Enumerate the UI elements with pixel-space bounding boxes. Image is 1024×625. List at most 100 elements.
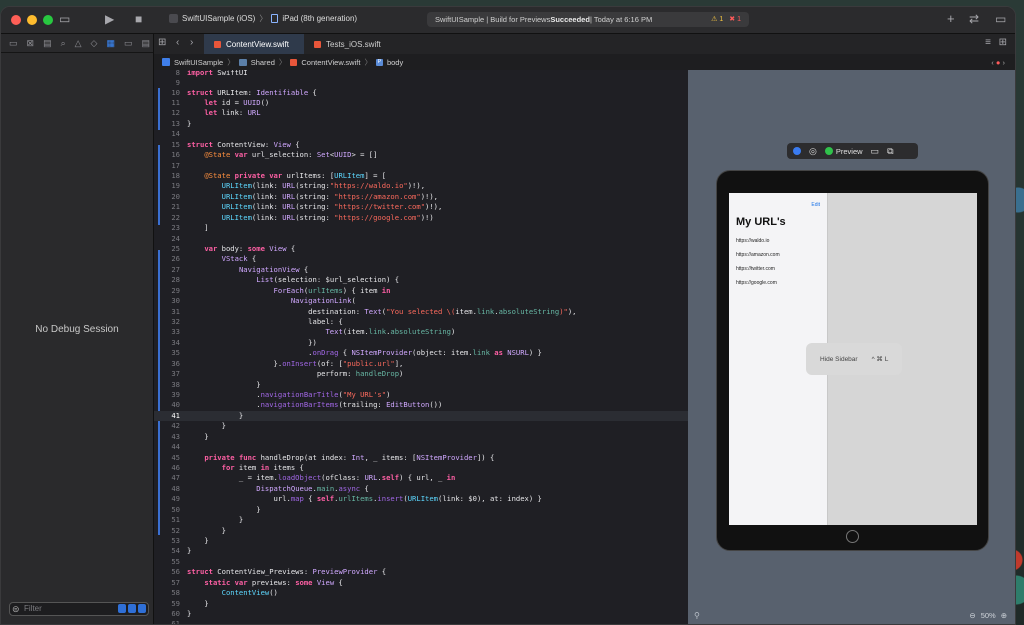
code-line[interactable]: 19 URLItem(link: URL(string:"https://wal…: [154, 181, 688, 191]
warning-badge[interactable]: ⚠ 1: [711, 15, 723, 23]
stop-icon[interactable]: ■: [135, 12, 142, 26]
code-line[interactable]: 49 url.map { self.urlItems.insert(URLIte…: [154, 494, 688, 504]
inspector-toggle-icon[interactable]: ▭: [995, 12, 1006, 26]
code-editor[interactable]: 8 import SwiftUI 9 10 struct URLItem: Iden…: [154, 70, 688, 624]
tab-tests-ios[interactable]: Tests_iOS.swift: [304, 34, 404, 54]
code-line[interactable]: 17: [154, 161, 688, 171]
code-line[interactable]: 42 }: [154, 421, 688, 431]
scheme-selector[interactable]: SwiftUISample (iOS) 〉 iPad (8th generati…: [169, 13, 357, 24]
related-items-icon[interactable]: ⊞: [158, 36, 166, 50]
code-line[interactable]: 47 _ = item.loadObject(ofClass: URL.self…: [154, 473, 688, 483]
code-line[interactable]: 18 @State private var urlItems: [URLItem…: [154, 171, 688, 181]
code-line[interactable]: 13}: [154, 119, 688, 129]
code-line[interactable]: 37 perform: handleDrop): [154, 369, 688, 379]
code-line[interactable]: 31 destination: Text("You selected \(ite…: [154, 307, 688, 317]
jump-file[interactable]: ContentView.swift: [301, 58, 360, 67]
debug-navigator-icon[interactable]: ▦: [106, 38, 115, 49]
preview-mode-button[interactable]: Preview: [824, 147, 863, 156]
code-line[interactable]: 26 VStack {: [154, 254, 688, 264]
error-badge[interactable]: ✖ 1: [729, 15, 741, 23]
forward-icon[interactable]: ›: [190, 36, 193, 50]
code-line[interactable]: 58 ContentView(): [154, 588, 688, 598]
code-line[interactable]: 32 label: {: [154, 317, 688, 327]
filter-field[interactable]: ⊜ Filter: [9, 602, 149, 616]
list-item[interactable]: https://google.com: [736, 280, 777, 286]
tab-contentview[interactable]: ContentView.swift: [204, 34, 304, 54]
issue-navigator-icon[interactable]: △: [75, 38, 82, 49]
code-line[interactable]: 40 .navigationBarItems(trailing: EditBut…: [154, 400, 688, 410]
source-control-icon[interactable]: ⊠: [27, 38, 35, 49]
code-line[interactable]: 43 }: [154, 432, 688, 442]
back-icon[interactable]: ‹: [176, 36, 179, 50]
code-line[interactable]: 34 }): [154, 338, 688, 348]
code-line[interactable]: 35 .onDrag { NSItemProvider(object: item…: [154, 348, 688, 358]
code-line[interactable]: 44: [154, 442, 688, 452]
filter-option-1[interactable]: [118, 604, 126, 613]
editor-options-icon[interactable]: ≡: [985, 36, 991, 50]
code-line[interactable]: 53 }: [154, 536, 688, 546]
code-line[interactable]: 23 ]: [154, 223, 688, 233]
code-line[interactable]: 11 let id = UUID(): [154, 98, 688, 108]
code-line[interactable]: 22 URLItem(link: URL(string: "https://go…: [154, 213, 688, 223]
current-line[interactable]: 41 }: [154, 411, 688, 422]
code-line[interactable]: 48 DispatchQueue.main.async {: [154, 484, 688, 494]
duplicate-preview-icon[interactable]: ⧉: [887, 146, 893, 157]
code-line[interactable]: 54}: [154, 546, 688, 556]
live-preview-icon[interactable]: [793, 147, 801, 155]
find-navigator-icon[interactable]: ⌕: [61, 38, 66, 49]
preview-canvas[interactable]: ◎ Preview ▭ ⧉ Edit My URL's https://wald…: [688, 70, 1015, 624]
filter-option-2[interactable]: [128, 604, 136, 613]
report-navigator-icon[interactable]: ▤: [142, 38, 151, 49]
add-editor-icon[interactable]: ⊞: [999, 36, 1007, 50]
code-line[interactable]: 29 ForEach(urlItems) { item in: [154, 286, 688, 296]
code-line[interactable]: 20 URLItem(link: URL(string: "https://am…: [154, 192, 688, 202]
code-review-icon[interactable]: ⇄: [969, 12, 979, 26]
code-line[interactable]: 60}: [154, 609, 688, 619]
ipad-screen[interactable]: Edit My URL's https://waldo.io https://a…: [729, 193, 977, 525]
code-line[interactable]: 38 }: [154, 380, 688, 390]
zoom-in-icon[interactable]: ⊕: [1001, 611, 1007, 620]
code-line[interactable]: 52 }: [154, 526, 688, 536]
issue-stepper-icon[interactable]: ‹ ● ›: [991, 58, 1005, 67]
navigator-toggle-icon[interactable]: ▭: [59, 12, 70, 26]
code-line[interactable]: 14: [154, 129, 688, 139]
code-line[interactable]: 28 List(selection: $url_selection) {: [154, 275, 688, 285]
list-item[interactable]: https://waldo.io: [736, 238, 769, 244]
project-navigator-icon[interactable]: ▭: [9, 38, 18, 49]
list-item[interactable]: https://twitter.com: [736, 266, 775, 272]
code-line[interactable]: 15 struct ContentView: View {: [154, 140, 688, 150]
code-line[interactable]: 27 NavigationView {: [154, 265, 688, 275]
code-line[interactable]: 25 var body: some View {: [154, 244, 688, 254]
code-line[interactable]: 50 }: [154, 505, 688, 515]
code-line[interactable]: 51 }: [154, 515, 688, 525]
device-settings-icon[interactable]: ▭: [871, 146, 880, 157]
jump-project[interactable]: SwiftUISample: [174, 58, 223, 67]
filter-option-3[interactable]: [138, 604, 146, 613]
test-navigator-icon[interactable]: ◇: [91, 38, 98, 49]
symbol-navigator-icon[interactable]: ▤: [43, 38, 52, 49]
code-line[interactable]: 9: [154, 78, 688, 88]
run-icon[interactable]: ▶: [105, 12, 114, 26]
code-line[interactable]: 61: [154, 619, 688, 624]
code-line[interactable]: 33 Text(item.link.absoluteString): [154, 327, 688, 337]
code-line[interactable]: 21 URLItem(link: URL(string: "https://tw…: [154, 202, 688, 212]
zoom-window-button[interactable]: [43, 15, 53, 25]
minimize-window-button[interactable]: [27, 15, 37, 25]
pin-icon[interactable]: ⚲: [694, 611, 700, 620]
breakpoint-navigator-icon[interactable]: ▭: [124, 38, 133, 49]
code-line[interactable]: 30 NavigationLink(: [154, 296, 688, 306]
close-window-button[interactable]: [11, 15, 21, 25]
jump-symbol[interactable]: body: [387, 58, 403, 67]
hide-sidebar-menu-item[interactable]: Hide Sidebar ^ ⌘ L: [806, 343, 902, 375]
code-line[interactable]: 59 }: [154, 599, 688, 609]
issue-badges[interactable]: ⚠ 1 ✖ 1: [711, 15, 741, 23]
code-line[interactable]: 57 static var previews: some View {: [154, 578, 688, 588]
code-line[interactable]: 12 let link: URL: [154, 108, 688, 118]
code-line[interactable]: 46 for item in items {: [154, 463, 688, 473]
code-line[interactable]: 24: [154, 234, 688, 244]
code-line[interactable]: 36 }.onInsert(of: ["public.url"],: [154, 359, 688, 369]
code-line[interactable]: 56 struct ContentView_Previews: PreviewPr…: [154, 567, 688, 577]
code-line[interactable]: 45 private func handleDrop(at index: Int…: [154, 453, 688, 463]
code-line[interactable]: 16 @State var url_selection: Set<UUID> =…: [154, 150, 688, 160]
inspect-preview-icon[interactable]: ◎: [809, 146, 817, 157]
